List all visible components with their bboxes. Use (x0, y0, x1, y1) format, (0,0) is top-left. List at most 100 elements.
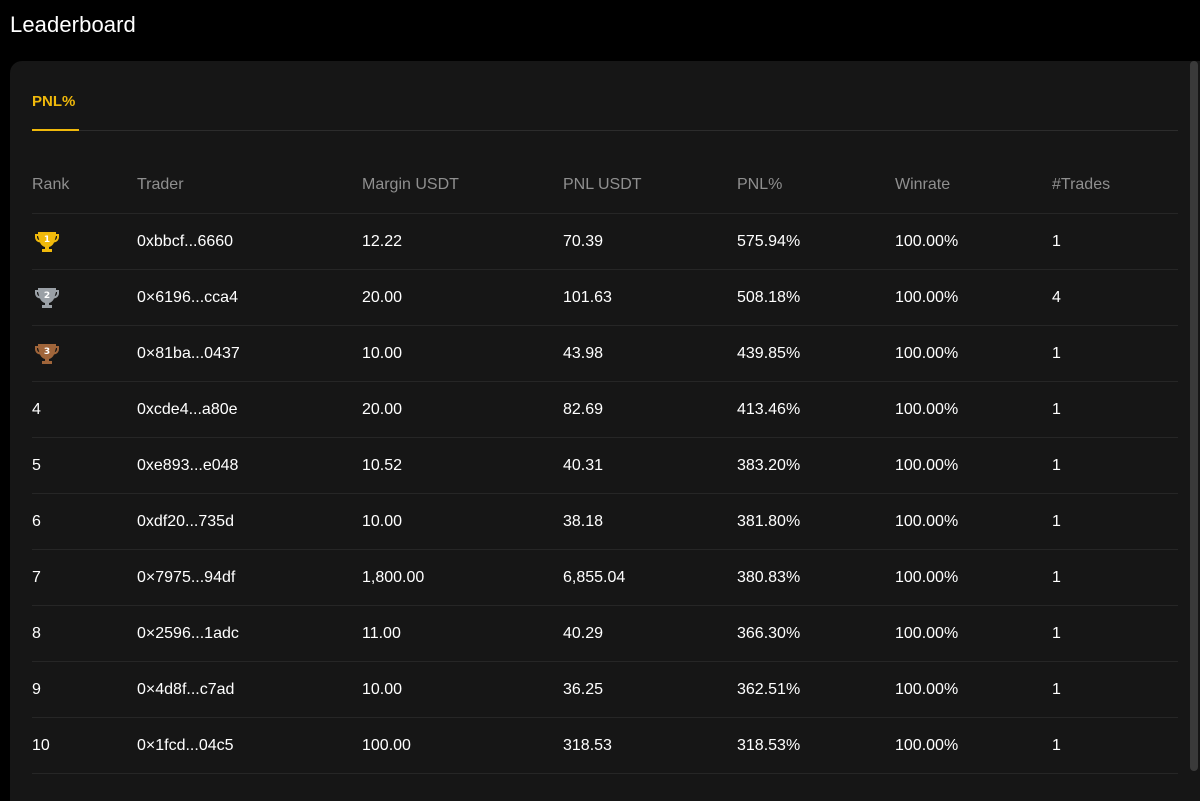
cell-rank: 7 (32, 549, 137, 606)
leaderboard-table-wrap: Rank Trader Margin USDT PNL USDT PNL% Wi… (32, 157, 1178, 774)
cell-winrate: 100.00% (895, 661, 1052, 718)
cell-trades: 1 (1052, 213, 1178, 270)
cell-pnl-percent: 380.83% (737, 549, 895, 606)
cell-trader[interactable]: 0xcde4...a80e (137, 381, 362, 438)
cell-pnl: 40.31 (563, 437, 737, 494)
table-row[interactable]: 6 0xdf20...735d 10.00 38.18 381.80% 100.00% 1 (32, 493, 1178, 550)
cell-trades: 1 (1052, 717, 1178, 774)
table-row[interactable]: 9 0×4d8f...c7ad 10.00 36.25 362.51% 100.00% 1 (32, 661, 1178, 718)
table-row[interactable]: 4 0xcde4...a80e 20.00 82.69 413.46% 100.00% 1 (32, 381, 1178, 438)
trophy-rank-number: 3 (44, 347, 50, 357)
cell-margin: 10.00 (362, 325, 563, 382)
cell-winrate: 100.00% (895, 549, 1052, 606)
cell-pnl: 70.39 (563, 213, 737, 270)
table-row[interactable]: 7 0×7975...94df 1,800.00 6,855.04 380.83% 100… (32, 549, 1178, 606)
cell-pnl-percent: 439.85% (737, 325, 895, 382)
cell-winrate: 100.00% (895, 213, 1052, 270)
cell-trades: 1 (1052, 661, 1178, 718)
page-title: Leaderboard (10, 12, 136, 37)
cell-trades: 1 (1052, 493, 1178, 550)
leaderboard-table: Rank Trader Margin USDT PNL USDT PNL% Wi… (32, 157, 1178, 774)
cell-rank: 4 (32, 381, 137, 438)
cell-pnl-percent: 381.80% (737, 493, 895, 550)
cell-winrate: 100.00% (895, 325, 1052, 382)
cell-rank: 10 (32, 717, 137, 774)
scrollbar-thumb[interactable] (1190, 61, 1198, 771)
header-pnl: PNL USDT (563, 157, 737, 214)
leaderboard-card: PNL% Rank Trader Margin USDT PNL USDT PN… (10, 61, 1200, 801)
cell-pnl: 40.29 (563, 605, 737, 662)
cell-pnl-percent: 366.30% (737, 605, 895, 662)
cell-pnl-percent: 383.20% (737, 437, 895, 494)
cell-rank: 3 (32, 325, 137, 382)
cell-trades: 1 (1052, 325, 1178, 382)
cell-trader[interactable]: 0×2596...1adc (137, 605, 362, 662)
cell-pnl-percent: 318.53% (737, 717, 895, 774)
table-row[interactable]: 3 0×81ba...0437 10.00 43.98 439.85% 100.00% 1 (32, 325, 1178, 382)
tab-label: PNL% (32, 93, 76, 110)
cell-margin: 100.00 (362, 717, 563, 774)
cell-pnl: 43.98 (563, 325, 737, 382)
scrollbar[interactable] (1190, 61, 1200, 801)
table-body: 1 0xbbcf...6660 12.22 70.39 575.94% 100.00% 1 2… (32, 213, 1178, 774)
tab-active-indicator (32, 129, 79, 131)
cell-pnl-percent: 362.51% (737, 661, 895, 718)
cell-trades: 1 (1052, 549, 1178, 606)
cell-margin: 10.00 (362, 661, 563, 718)
cell-rank: 5 (32, 437, 137, 494)
cell-winrate: 100.00% (895, 437, 1052, 494)
cell-margin: 1,800.00 (362, 549, 563, 606)
cell-pnl: 101.63 (563, 269, 737, 326)
header-margin: Margin USDT (362, 157, 563, 214)
header-rank: Rank (32, 157, 137, 214)
table-row[interactable]: 1 0xbbcf...6660 12.22 70.39 575.94% 100.00% 1 (32, 213, 1178, 270)
cell-trades: 1 (1052, 381, 1178, 438)
trophy-rank-number: 1 (44, 235, 50, 245)
cell-pnl-percent: 508.18% (737, 269, 895, 326)
cell-pnl: 38.18 (563, 493, 737, 550)
cell-pnl: 36.25 (563, 661, 737, 718)
header-trades: #Trades (1052, 157, 1178, 214)
cell-winrate: 100.00% (895, 493, 1052, 550)
cell-margin: 10.52 (362, 437, 563, 494)
tab-pnl-percent[interactable]: PNL% (32, 93, 79, 131)
cell-trader[interactable]: 0xe893...e048 (137, 437, 362, 494)
trophy-rank-number: 2 (44, 291, 50, 301)
table-row[interactable]: 5 0xe893...e048 10.52 40.31 383.20% 100.00% 1 (32, 437, 1178, 494)
bronze-trophy-icon: 3 (32, 340, 62, 368)
cell-trader[interactable]: 0×6196...cca4 (137, 269, 362, 326)
cell-rank: 8 (32, 605, 137, 662)
cell-winrate: 100.00% (895, 717, 1052, 774)
cell-winrate: 100.00% (895, 605, 1052, 662)
cell-winrate: 100.00% (895, 381, 1052, 438)
cell-pnl: 6,855.04 (563, 549, 737, 606)
cell-margin: 12.22 (362, 213, 563, 270)
cell-pnl: 318.53 (563, 717, 737, 774)
cell-margin: 11.00 (362, 605, 563, 662)
cell-trader[interactable]: 0×7975...94df (137, 549, 362, 606)
cell-trader[interactable]: 0×81ba...0437 (137, 325, 362, 382)
table-row[interactable]: 2 0×6196...cca4 20.00 101.63 508.18% 100.00% 4 (32, 269, 1178, 326)
header-pnl-percent: PNL% (737, 157, 895, 214)
cell-margin: 10.00 (362, 493, 563, 550)
cell-margin: 20.00 (362, 269, 563, 326)
cell-trades: 1 (1052, 605, 1178, 662)
gold-trophy-icon: 1 (32, 228, 62, 256)
cell-trader[interactable]: 0xdf20...735d (137, 493, 362, 550)
cell-pnl-percent: 575.94% (737, 213, 895, 270)
table-row[interactable]: 10 0×1fcd...04c5 100.00 318.53 318.53% 100.00… (32, 717, 1178, 774)
cell-rank: 1 (32, 213, 137, 270)
cell-winrate: 100.00% (895, 269, 1052, 326)
silver-trophy-icon: 2 (32, 284, 62, 312)
cell-rank: 6 (32, 493, 137, 550)
cell-rank: 9 (32, 661, 137, 718)
cell-trades: 1 (1052, 437, 1178, 494)
table-row[interactable]: 8 0×2596...1adc 11.00 40.29 366.30% 100.00% 1 (32, 605, 1178, 662)
cell-trader[interactable]: 0xbbcf...6660 (137, 213, 362, 270)
cell-trader[interactable]: 0×4d8f...c7ad (137, 661, 362, 718)
cell-trader[interactable]: 0×1fcd...04c5 (137, 717, 362, 774)
cell-trades: 4 (1052, 269, 1178, 326)
cell-pnl: 82.69 (563, 381, 737, 438)
tab-bar: PNL% (32, 61, 1178, 131)
cell-rank: 2 (32, 269, 137, 326)
